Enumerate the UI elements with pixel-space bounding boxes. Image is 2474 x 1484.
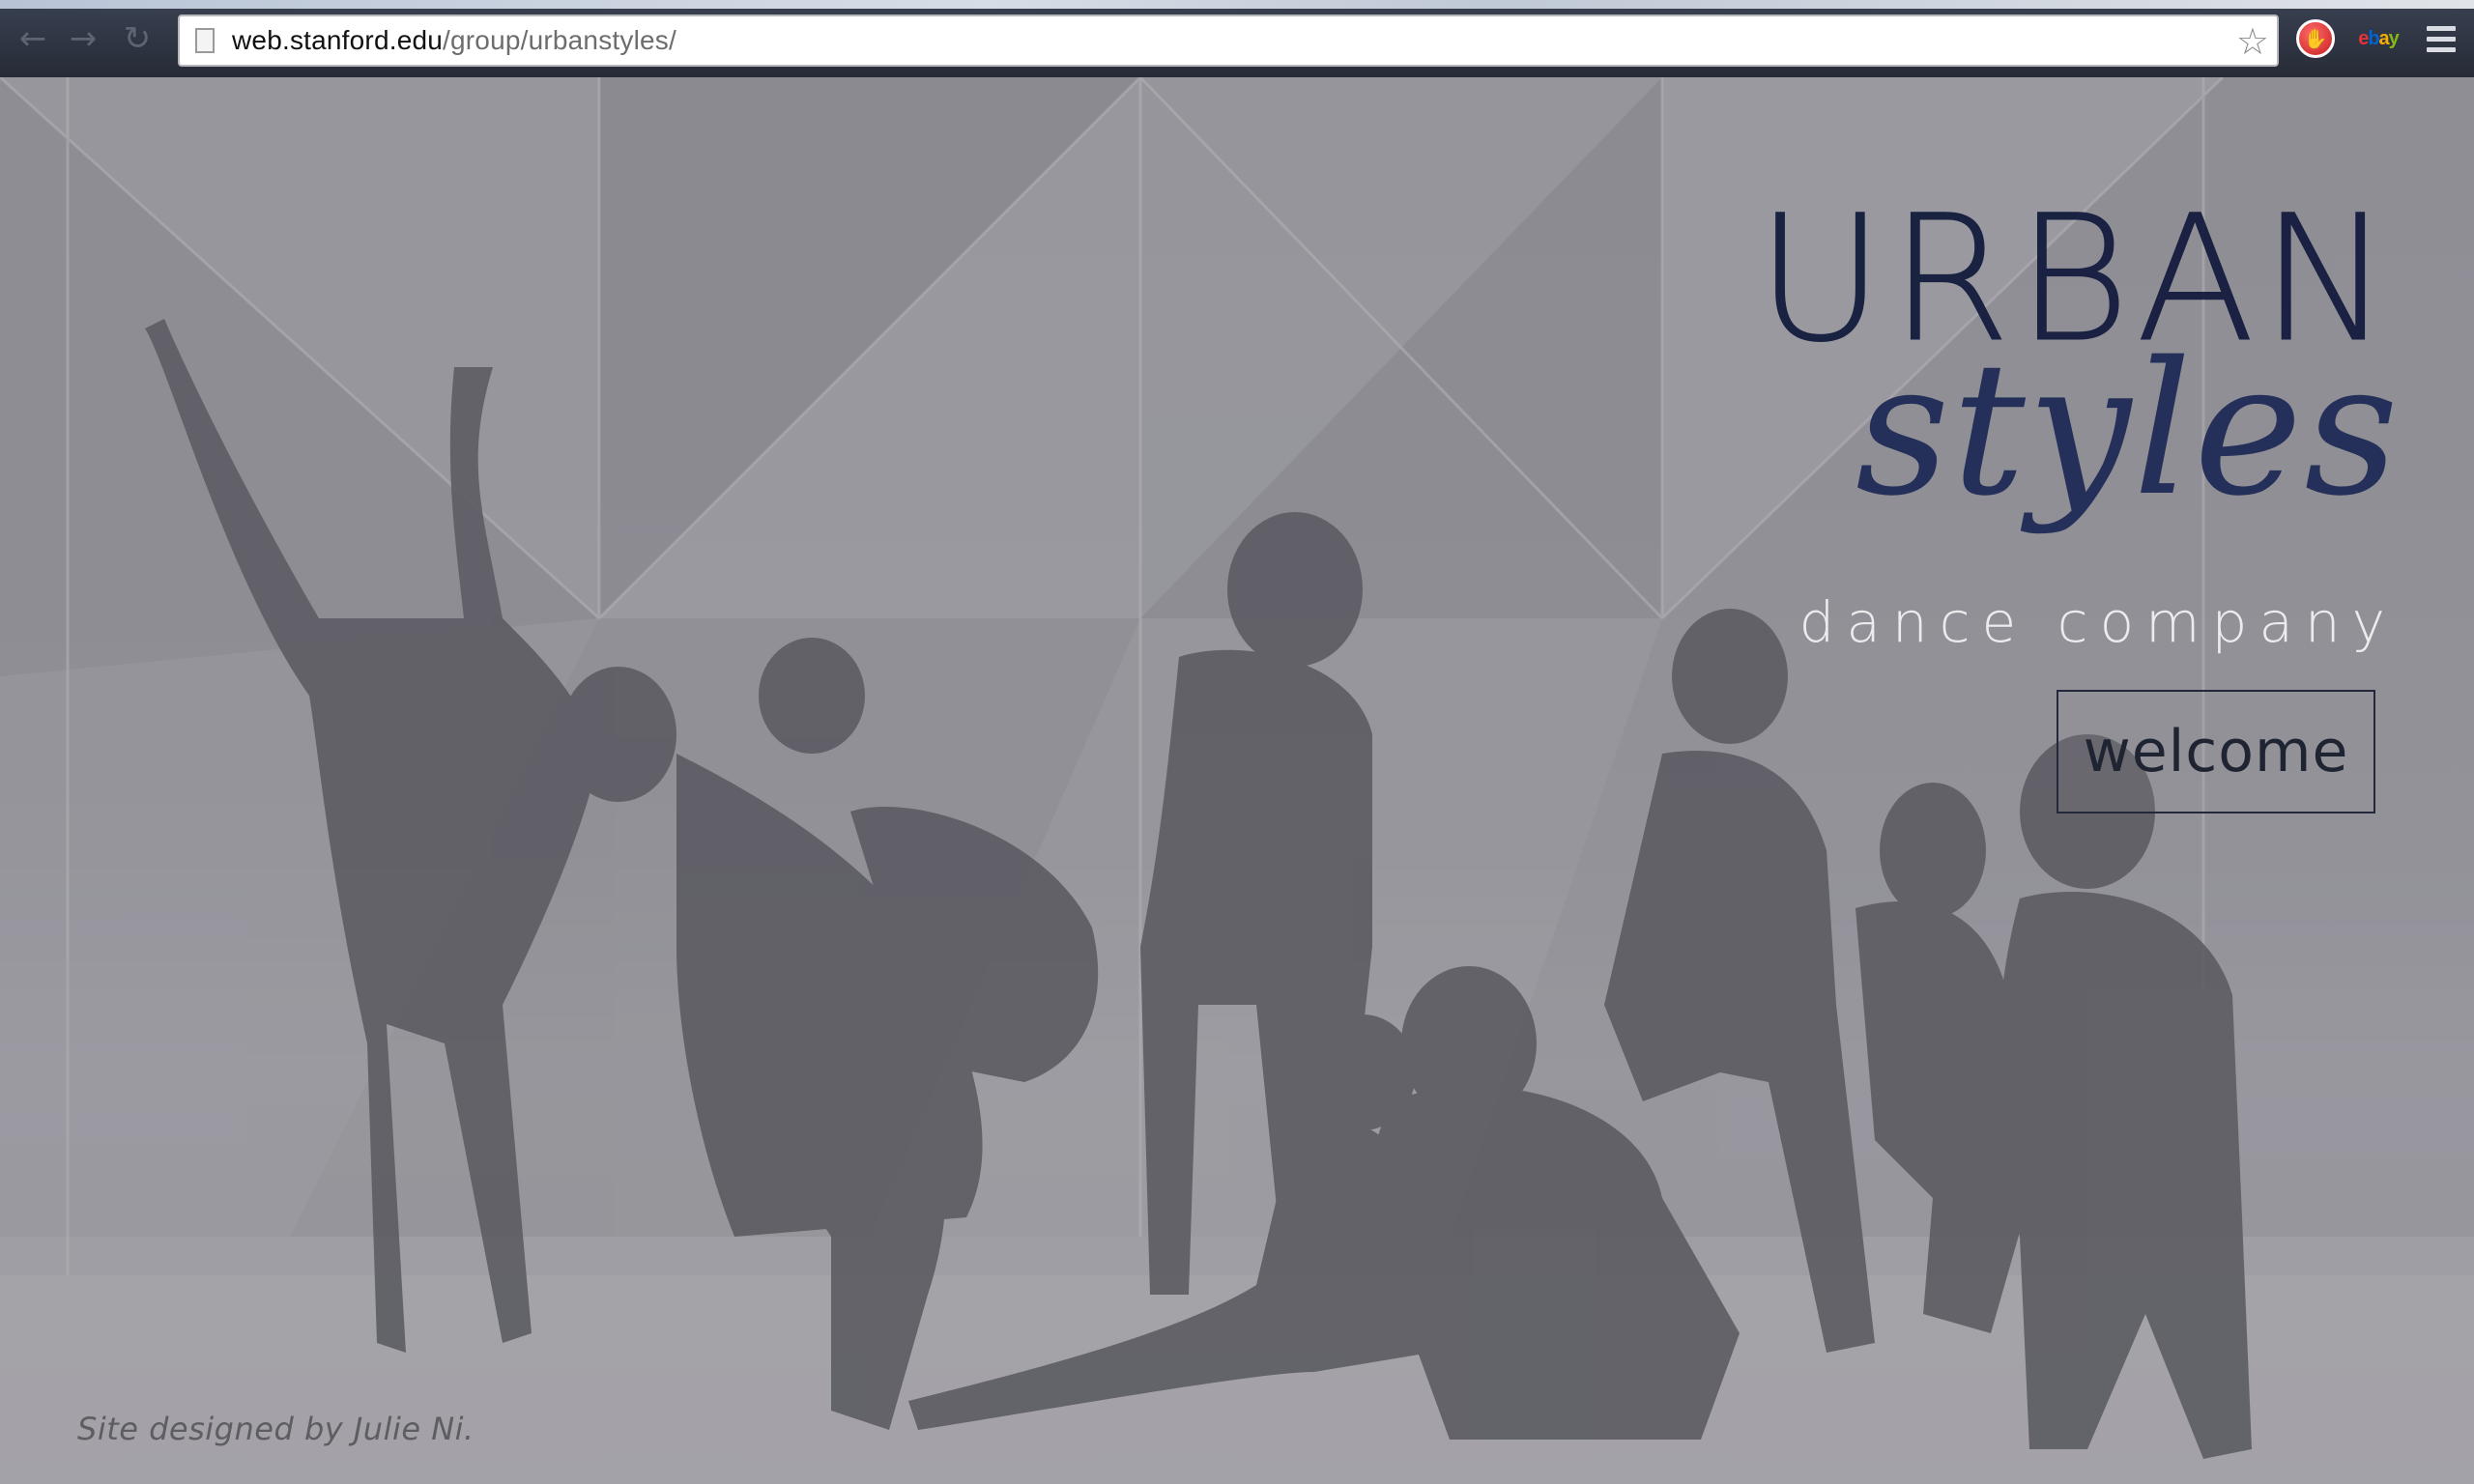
star-icon[interactable]: ☆ bbox=[2236, 22, 2269, 61]
tab-strip bbox=[0, 0, 2474, 9]
ebay-letter-y: y bbox=[2388, 27, 2400, 49]
url-path: /group/urbanstyles/ bbox=[443, 25, 676, 55]
welcome-button[interactable]: welcome bbox=[2057, 690, 2375, 813]
stop-sign-icon[interactable]: ✋ bbox=[2296, 19, 2335, 58]
ebay-letter-e: e bbox=[2358, 27, 2369, 49]
ebay-letter-a: a bbox=[2378, 27, 2390, 49]
page-icon bbox=[195, 28, 215, 53]
logo-tagline: dance company bbox=[1798, 589, 2397, 655]
url-host: web.stanford.edu bbox=[232, 25, 444, 55]
back-arrow-icon[interactable]: ← bbox=[14, 17, 52, 60]
hamburger-menu-icon[interactable] bbox=[2422, 19, 2460, 58]
browser-toolbar: ← → ↻ web.stanford.edu/group/urbanstyles… bbox=[0, 0, 2474, 77]
forward-arrow-icon[interactable]: → bbox=[64, 17, 102, 60]
logo-styles: styles bbox=[1856, 323, 2401, 536]
ebay-letter-b: b bbox=[2368, 27, 2379, 49]
url-text[interactable]: web.stanford.edu/group/urbanstyles/ bbox=[232, 25, 676, 56]
ebay-icon[interactable]: ebay bbox=[2354, 19, 2402, 58]
page-content: URBAN styles dance company welcome Site … bbox=[0, 77, 2474, 1484]
reload-icon[interactable]: ↻ bbox=[118, 17, 157, 60]
address-bar[interactable]: web.stanford.edu/group/urbanstyles/ ☆ bbox=[178, 14, 2279, 67]
site-credit: Site designed by Julie Ni. bbox=[77, 1411, 475, 1447]
